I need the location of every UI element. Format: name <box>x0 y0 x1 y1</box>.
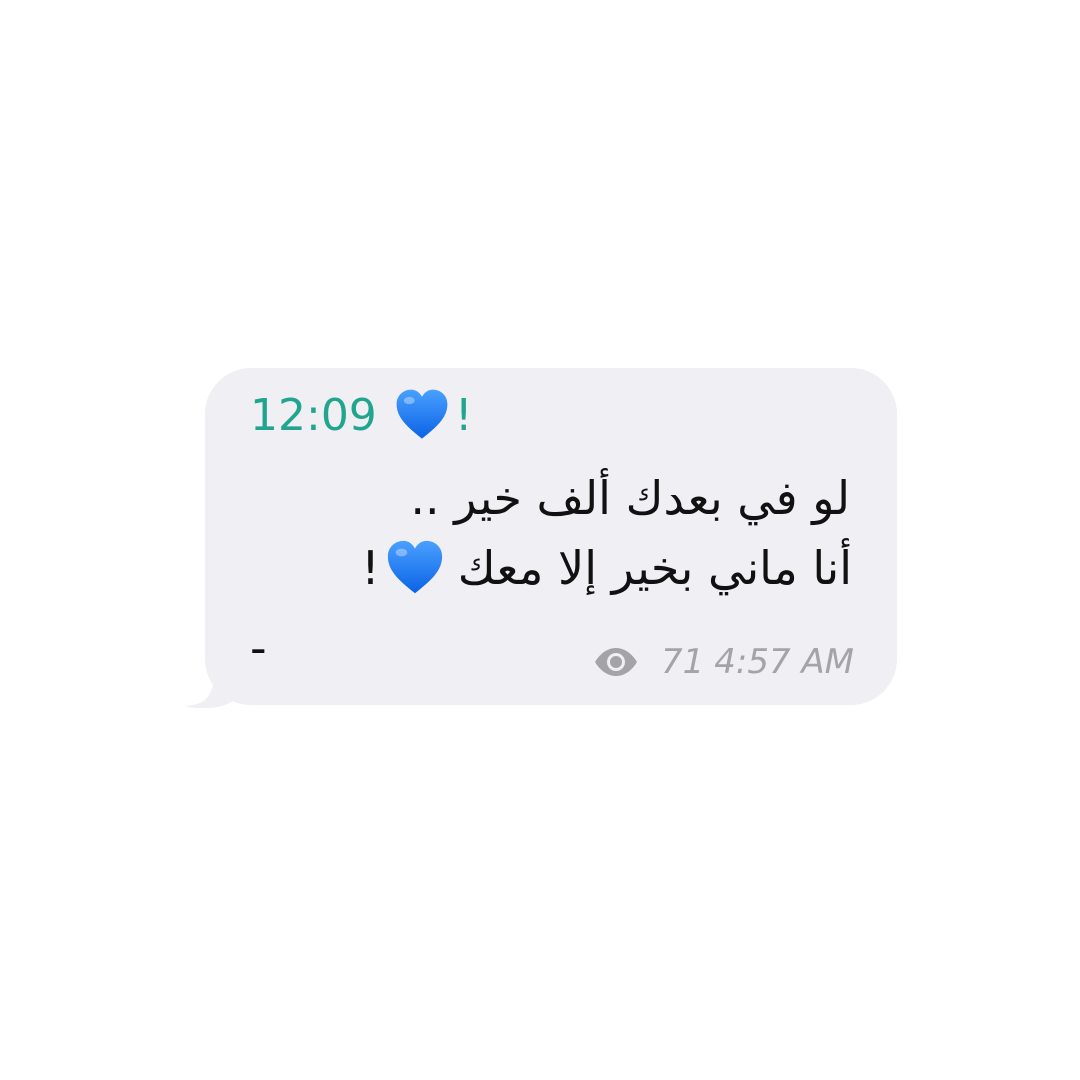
chat-canvas: 12:09 ! لو في بعدك ألف خير .. أنا ماني ب… <box>0 0 1080 1080</box>
blue-heart-icon <box>384 537 446 599</box>
message-line-1: لو في بعدك ألف خير .. <box>410 471 850 525</box>
message-timestamp: 4:57 AM <box>714 642 854 682</box>
message-line-2: أنا ماني بخير إلا معك ! <box>361 536 852 600</box>
message-line-2-suffix: ! <box>361 541 380 595</box>
blue-heart-icon <box>393 386 451 444</box>
eye-icon <box>593 647 639 677</box>
view-count: 71 <box>660 642 705 682</box>
message-meta: 71 4:57 AM <box>593 640 854 684</box>
message-line-2-text: أنا ماني بخير إلا معك <box>457 541 852 595</box>
trailing-mark: - <box>250 621 267 675</box>
sender-line: 12:09 ! <box>250 384 472 446</box>
sender-suffix: ! <box>454 389 473 441</box>
sender-time: 12:09 <box>250 389 377 441</box>
